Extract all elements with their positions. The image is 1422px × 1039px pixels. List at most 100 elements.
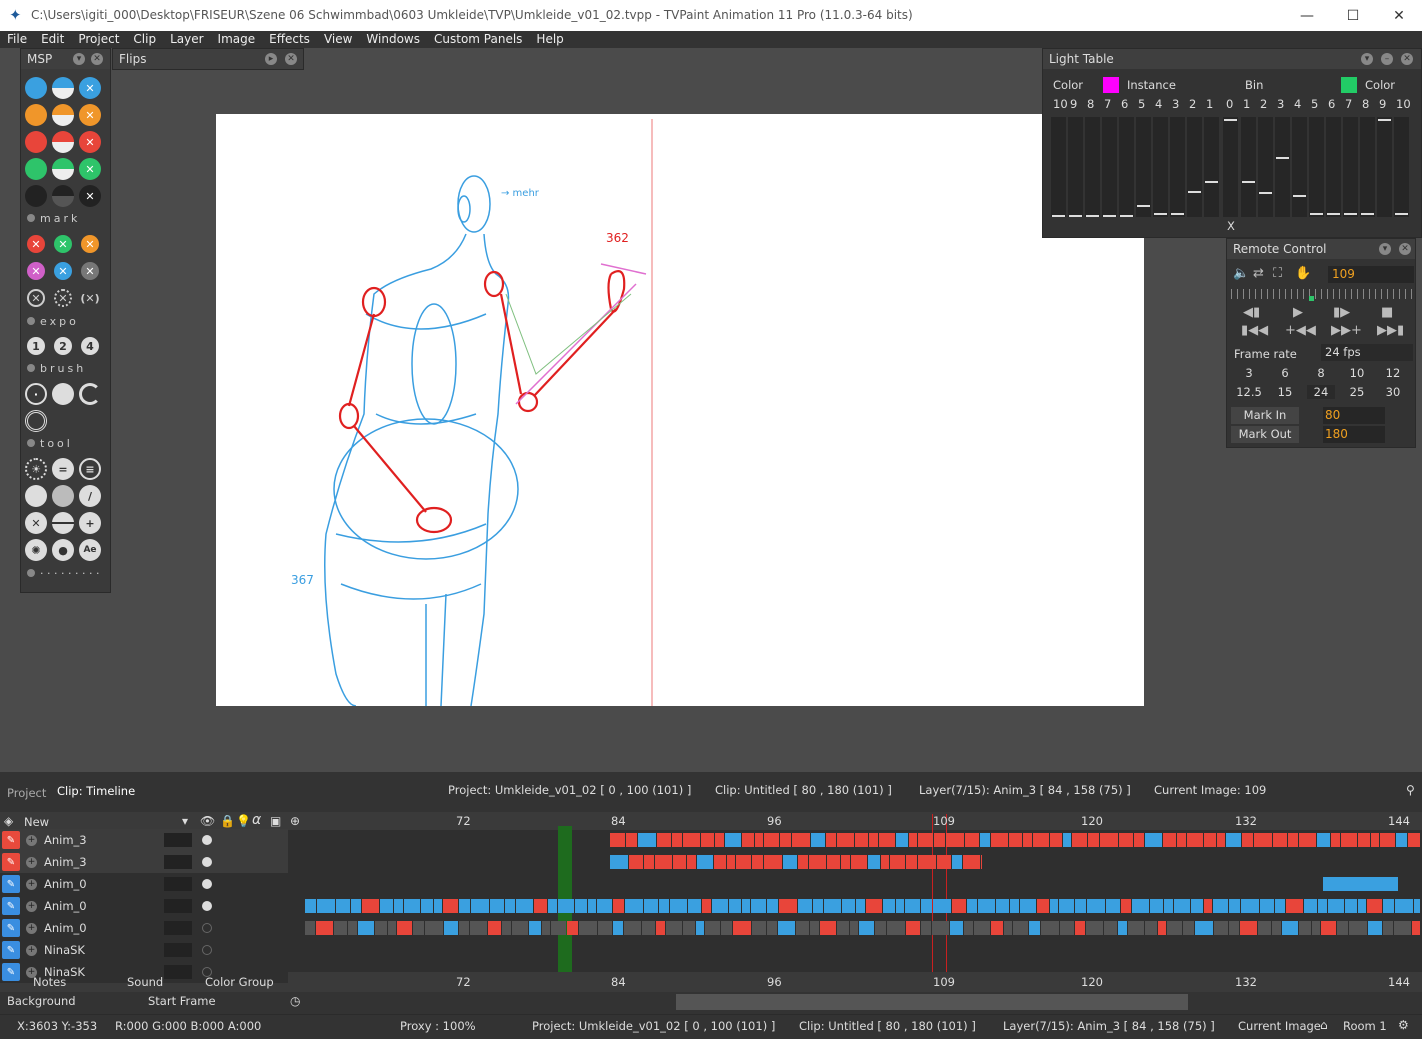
close-button[interactable]: ✕ — [1376, 0, 1422, 31]
exposure-cell[interactable] — [375, 921, 387, 935]
layer-row[interactable]: ✎ + Anim_3 — [0, 829, 288, 851]
exposure-cell[interactable] — [1087, 899, 1105, 913]
exposure-cell[interactable] — [963, 855, 980, 869]
prev-key-icon[interactable]: +◀◀ — [1285, 323, 1316, 338]
exposure-cell[interactable] — [850, 921, 858, 935]
mark-blue-x-icon[interactable]: ✕ — [54, 262, 72, 280]
step-forward-icon[interactable]: ▮▶ — [1333, 305, 1350, 320]
exposure-cell[interactable] — [712, 899, 728, 913]
tool-aperture-icon[interactable]: ✺ — [25, 539, 47, 561]
exposure-cell[interactable] — [827, 855, 840, 869]
exposure-cell[interactable] — [965, 833, 979, 847]
lt-left-slider[interactable] — [1102, 117, 1117, 217]
layer-visibility-toggle[interactable] — [202, 901, 212, 911]
brush-round-icon[interactable] — [52, 383, 74, 405]
lt-left-slider[interactable] — [1119, 117, 1134, 217]
tab-project[interactable]: Project — [7, 786, 46, 800]
exposure-cell[interactable] — [950, 921, 963, 935]
exposure-cell[interactable] — [1204, 899, 1212, 913]
bin-dropdown[interactable]: Bin — [1245, 78, 1263, 92]
tool-minus-icon[interactable] — [52, 512, 74, 534]
exposure-cell[interactable] — [542, 921, 550, 935]
exposure-cell[interactable] — [1214, 921, 1228, 935]
blue-half-icon[interactable] — [52, 77, 74, 99]
exposure-cell[interactable] — [558, 899, 574, 913]
exposure-cell[interactable] — [798, 899, 812, 913]
exposure-cell[interactable] — [1121, 899, 1131, 913]
layer-row[interactable]: ✎ + Anim_0 — [0, 873, 288, 895]
exposure-cell[interactable] — [1128, 921, 1144, 935]
exposure-cell[interactable] — [659, 899, 669, 913]
exposure-cell[interactable] — [1367, 899, 1382, 913]
exposure-cell[interactable] — [824, 899, 841, 913]
lt-left-slider[interactable] — [1085, 117, 1100, 217]
exposure-cell[interactable] — [1145, 833, 1162, 847]
bin-color-swatch[interactable] — [1341, 77, 1357, 93]
select-icon[interactable]: ▣ — [270, 814, 281, 828]
exposure-cell[interactable] — [1195, 921, 1213, 935]
exposure-cell[interactable] — [742, 833, 754, 847]
exposure-cell[interactable] — [1286, 899, 1303, 913]
tool-overlap-icon[interactable] — [52, 485, 74, 507]
layer-row[interactable]: ✎ + Anim_3 — [0, 851, 288, 873]
exposure-cell[interactable] — [780, 833, 791, 847]
play-icon[interactable]: ▶ — [1293, 305, 1303, 320]
exposure-cell[interactable] — [964, 921, 973, 935]
exposure-cell[interactable] — [729, 899, 741, 913]
layer-expand-icon[interactable]: + — [26, 878, 37, 890]
current-frame-field[interactable]: 109 — [1328, 266, 1414, 283]
exposure-cell[interactable] — [1020, 899, 1036, 913]
exposure-cell[interactable] — [764, 855, 782, 869]
exposure-cell[interactable] — [1029, 921, 1040, 935]
tab-sound[interactable]: Sound — [127, 975, 163, 989]
section-brush[interactable]: brush — [27, 362, 86, 375]
exposure-cell[interactable] — [305, 921, 315, 935]
fps-preset-button[interactable]: 3 — [1235, 366, 1263, 380]
exposure-cell[interactable] — [1204, 833, 1216, 847]
exposure-cell[interactable] — [1317, 833, 1330, 847]
exposure-cell[interactable] — [981, 855, 982, 869]
layer-type-icon[interactable]: ✎ — [2, 897, 20, 915]
pin-icon[interactable]: ⚲ — [1406, 783, 1415, 797]
exposure-cell[interactable] — [1010, 899, 1019, 913]
exposure-cell[interactable] — [1229, 921, 1239, 935]
lt-left-slider[interactable] — [1068, 117, 1083, 217]
exposure-cell[interactable] — [380, 899, 393, 913]
exposure-cell[interactable] — [1394, 921, 1411, 935]
lt-right-slider[interactable] — [1292, 117, 1307, 217]
mark-grey-x-icon[interactable]: ✕ — [81, 262, 99, 280]
exposure-cell[interactable] — [397, 921, 412, 935]
lt-left-slider[interactable] — [1170, 117, 1185, 217]
expo-4-button[interactable]: 4 — [81, 337, 99, 355]
exposure-cell[interactable] — [1260, 899, 1274, 913]
exposure-cell[interactable] — [1341, 833, 1357, 847]
exposure-cell[interactable] — [1106, 899, 1120, 913]
layer-expand-icon[interactable]: + — [26, 900, 37, 912]
exposure-cell[interactable] — [1158, 921, 1166, 935]
layer-type-icon[interactable]: ✎ — [2, 831, 20, 849]
exposure-cell[interactable] — [1041, 921, 1059, 935]
fps-preset-button[interactable]: 8 — [1307, 366, 1335, 380]
exposure-cell[interactable] — [317, 899, 335, 913]
light-table-menu-icon[interactable]: ▾ — [1361, 53, 1373, 65]
exposure-cell[interactable] — [967, 899, 977, 913]
exposure-cell[interactable] — [1004, 921, 1012, 935]
exposure-cell[interactable] — [767, 921, 777, 935]
exposure-cell[interactable] — [856, 899, 865, 913]
lt-left-slider[interactable] — [1051, 117, 1066, 217]
exposure-cell[interactable] — [683, 921, 695, 935]
mark-out-field[interactable]: 180 — [1323, 426, 1385, 443]
exposure-cell[interactable] — [1304, 899, 1317, 913]
exposure-cell[interactable] — [1380, 833, 1395, 847]
exposure-cell[interactable] — [488, 921, 501, 935]
exposure-cell[interactable] — [974, 921, 990, 935]
orange-cross-icon[interactable]: ✕ — [79, 104, 101, 126]
exposure-cell[interactable] — [1337, 921, 1348, 935]
exposure-cell[interactable] — [348, 921, 357, 935]
lt-right-slider[interactable] — [1360, 117, 1375, 217]
layer-type-icon[interactable]: ✎ — [2, 875, 20, 893]
exposure-cell[interactable] — [1187, 833, 1203, 847]
exposure-cell[interactable] — [548, 899, 557, 913]
exposure-cell[interactable] — [1059, 899, 1074, 913]
tool-sun-icon[interactable]: ☀ — [25, 458, 47, 480]
